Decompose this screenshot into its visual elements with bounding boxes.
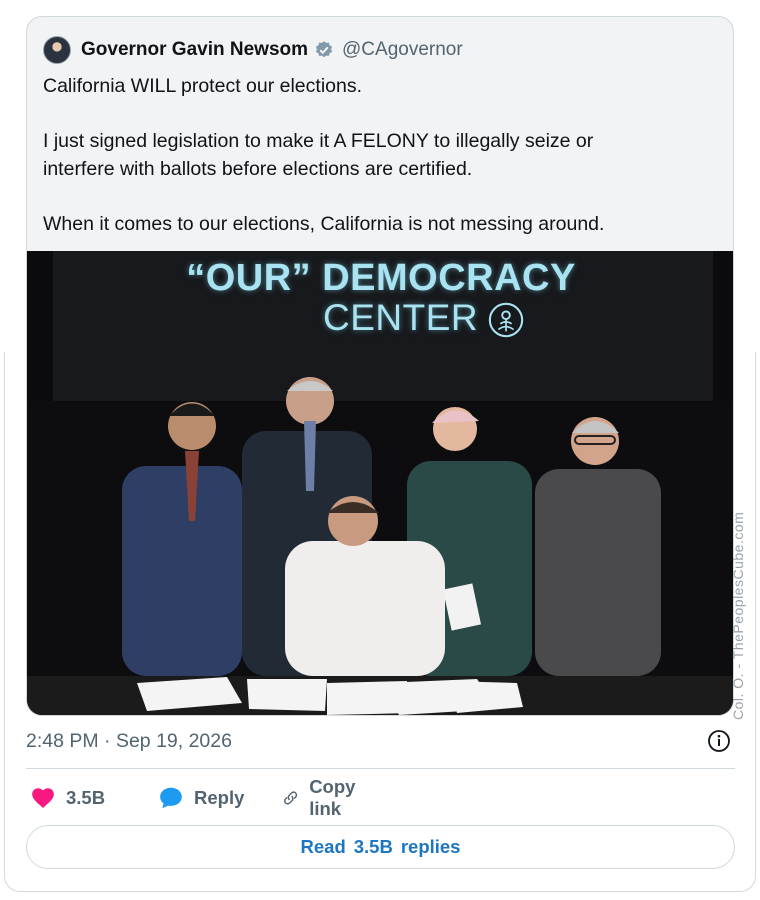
quoted-tweet-card[interactable]: Governor Gavin Newsom @CAgovernor Califo…: [26, 16, 734, 716]
copy-link-label: Copy link: [309, 776, 356, 819]
read-replies-count: 3.5B: [353, 836, 393, 857]
tweet-photo[interactable]: “OUR” DEMOCRACY CENTER: [27, 251, 733, 715]
divider: [26, 768, 735, 769]
tweet-text-line: When it comes to our elections, Californ…: [43, 212, 605, 235]
read-replies-button[interactable]: Read 3.5B replies: [26, 825, 735, 869]
timestamp[interactable]: 2:48 PM · Sep 19, 2026: [26, 730, 232, 753]
tweet-text: California WILL protect our elections. I…: [43, 73, 723, 238]
read-replies-prefix: Read: [300, 836, 346, 857]
watermark-text: Col. O. - ThePeoplesCube.com: [730, 511, 746, 720]
handle[interactable]: @CAgovernor: [342, 39, 463, 61]
stage-people-photo: [27, 377, 733, 715]
reply-label: Reply: [194, 787, 245, 808]
info-icon[interactable]: [707, 729, 731, 753]
quoted-tweet-header: Governor Gavin Newsom @CAgovernor: [43, 35, 463, 65]
speech-bubble-icon: [160, 787, 182, 809]
heart-icon: [32, 788, 54, 808]
like-button[interactable]: 3.5B: [30, 784, 105, 812]
tweet-text-line: I just signed legislation to make it A F…: [43, 130, 594, 152]
link-icon: [284, 791, 298, 805]
copy-link-button[interactable]: Copy link: [282, 776, 364, 819]
tweet-text-line: California WILL protect our elections.: [43, 75, 363, 97]
tweet-text-line: interfere with ballots before elections …: [43, 157, 473, 180]
avatar[interactable]: [43, 36, 71, 64]
like-count: 3.5B: [66, 787, 106, 808]
verified-badge-icon: [315, 41, 333, 58]
display-name[interactable]: Governor Gavin Newsom: [81, 39, 308, 61]
reply-button[interactable]: Reply: [158, 784, 244, 812]
read-replies-suffix: replies: [400, 836, 461, 857]
